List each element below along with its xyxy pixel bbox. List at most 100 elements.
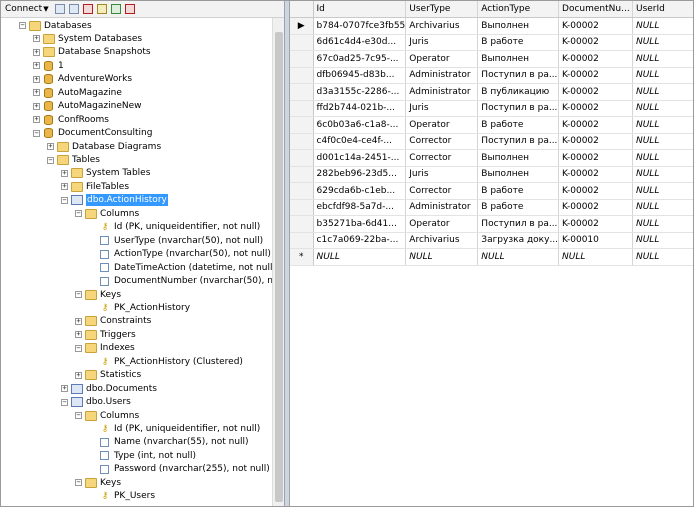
column-header-actiontype[interactable]: ActionType (477, 1, 560, 18)
tree-node[interactable]: ⚷ PK_ActionHistory (89, 301, 190, 314)
tree-node[interactable]: − Columns (75, 409, 139, 422)
column-header-userid[interactable]: UserId (632, 1, 693, 18)
table-cell[interactable]: Выполнен (477, 50, 560, 68)
row-header[interactable] (290, 50, 314, 68)
table-cell[interactable]: 629cda6b-c1eb... (313, 182, 407, 200)
row-header[interactable] (290, 83, 314, 101)
expand-icon[interactable]: + (33, 116, 40, 124)
tree-node[interactable]: Password (nvarchar(255), not null) (89, 463, 270, 476)
table-row[interactable]: 6d61c4d4-e30d... Juris В работе K-00002 NULL (290, 34, 693, 51)
expand-icon[interactable]: + (75, 371, 82, 379)
table-cell[interactable]: NULL (477, 248, 560, 266)
tree-node[interactable]: Name (nvarchar(55), not null) (89, 436, 249, 449)
tree-node[interactable]: − dbo.ActionHistory (61, 194, 168, 207)
tree-node[interactable]: − Columns (75, 207, 139, 220)
table-cell[interactable]: K-00002 (558, 50, 633, 68)
tree-node[interactable]: − Databases (19, 19, 92, 32)
table-cell[interactable]: K-00002 (558, 199, 633, 216)
table-cell[interactable]: В работе (477, 199, 560, 216)
expand-icon[interactable]: + (33, 75, 40, 83)
table-row[interactable]: * NULL NULL NULL NULL NULL (290, 248, 693, 266)
collapse-icon[interactable]: − (47, 156, 54, 164)
tree-node[interactable]: − Keys (75, 288, 121, 301)
table-cell[interactable]: NULL (632, 100, 693, 117)
tree-node[interactable]: + Constraints (75, 315, 151, 328)
table-cell[interactable]: K-00002 (558, 67, 633, 84)
row-header[interactable]: ▶ (290, 17, 314, 35)
table-cell[interactable]: Выполнен (477, 166, 560, 183)
tree-node[interactable]: + Statistics (75, 369, 141, 382)
table-cell[interactable]: NULL (632, 133, 693, 150)
column-header-documentnumber[interactable]: DocumentNu... (558, 1, 633, 18)
expand-icon[interactable]: + (61, 385, 68, 393)
table-row[interactable]: ffd2b744-021b-... Juris Поступил в ра... K-… (290, 100, 693, 117)
connect-object-explorer-icon[interactable] (54, 4, 65, 14)
table-cell[interactable]: Operator (405, 116, 479, 134)
table-cell[interactable]: NULL (632, 50, 693, 68)
tree-node[interactable]: + Database Diagrams (47, 140, 161, 153)
table-cell[interactable]: d3a3155c-2286-... (313, 83, 407, 101)
table-row[interactable]: d001c14a-2451-... Corrector Выполнен K-0000… (290, 149, 693, 167)
row-header[interactable] (290, 166, 314, 183)
table-cell[interactable]: Administrator (405, 199, 479, 216)
table-cell[interactable]: Juris (405, 34, 479, 51)
tree-node[interactable]: + Database Snapshots (33, 46, 151, 59)
expand-icon[interactable]: + (75, 317, 82, 325)
tree-node[interactable]: + AutoMagazineNew (33, 100, 142, 113)
tree-node[interactable]: +1 (33, 59, 64, 72)
collapse-icon[interactable]: − (75, 291, 82, 298)
table-cell[interactable]: ffd2b744-021b-... (313, 100, 407, 117)
table-row[interactable]: 629cda6b-c1eb... Corrector В работе K-00002… (290, 182, 693, 200)
table-cell[interactable]: ebcfdf98-5a7d-... (313, 199, 407, 216)
row-header[interactable] (290, 67, 314, 84)
table-cell[interactable]: Corrector (405, 149, 479, 167)
table-cell[interactable]: NULL (632, 67, 693, 84)
tree-vertical-scrollbar[interactable] (272, 18, 284, 506)
table-cell[interactable]: 282beb96-23d5... (313, 166, 407, 183)
table-row[interactable]: c4f0c0e4-ce4f-... Corrector Поступил в ра.… (290, 133, 693, 150)
table-cell[interactable]: NULL (632, 116, 693, 134)
expand-icon[interactable]: + (61, 169, 68, 177)
table-cell[interactable]: 6c0b03a6-c1a8-... (313, 116, 407, 134)
table-cell[interactable]: Operator (405, 50, 479, 68)
table-cell[interactable]: K-00002 (558, 17, 633, 35)
corner-cell[interactable] (290, 1, 314, 18)
collapse-icon[interactable]: − (19, 22, 26, 29)
table-cell[interactable]: dfb06945-d83b... (313, 67, 407, 84)
column-header-usertype[interactable]: UserType (405, 1, 479, 18)
tree-node[interactable]: − Keys (75, 476, 121, 489)
tree-node[interactable]: + ConfRooms (33, 113, 109, 126)
table-row[interactable]: dfb06945-d83b... Administrator Поступил в … (290, 67, 693, 84)
table-cell[interactable]: NULL (632, 182, 693, 200)
table-cell[interactable]: NULL (632, 83, 693, 101)
expand-icon[interactable]: + (33, 62, 40, 70)
tree-node[interactable]: ⚷ Id (PK, uniqueidentifier, not null) (89, 423, 261, 436)
tree-node[interactable]: ⚷ Id (PK, uniqueidentifier, not null) (89, 221, 261, 234)
table-cell[interactable]: Поступил в ра... (477, 133, 560, 150)
tree-node[interactable]: + dbo.Documents (61, 382, 157, 395)
collapse-icon[interactable]: − (75, 210, 82, 218)
table-cell[interactable]: NULL (558, 248, 633, 266)
expand-icon[interactable]: + (47, 143, 54, 151)
table-cell[interactable]: NULL (632, 166, 693, 183)
table-cell[interactable]: b784-0707fce3fb55 (313, 17, 407, 35)
table-cell[interactable]: В публикацию (477, 83, 560, 101)
expand-icon[interactable]: + (61, 183, 68, 191)
column-header-id[interactable]: Id (313, 1, 407, 18)
table-cell[interactable]: Выполнен (477, 17, 560, 35)
table-cell[interactable]: K-00010 (558, 232, 633, 249)
table-cell[interactable]: K-00002 (558, 215, 633, 233)
table-row[interactable]: 67c0ad25-7c95-... Operator Выполнен K-00002… (290, 50, 693, 68)
tree-node[interactable]: − Indexes (75, 342, 135, 355)
table-cell[interactable]: K-00002 (558, 100, 633, 117)
table-cell[interactable]: K-00002 (558, 182, 633, 200)
tree-node[interactable]: DateTimeAction (datetime, not null) (89, 261, 272, 274)
table-cell[interactable]: K-00002 (558, 133, 633, 150)
row-header[interactable] (290, 232, 314, 249)
row-header[interactable] (290, 133, 314, 150)
connect-button[interactable]: Connect ▼ (3, 4, 51, 14)
table-cell[interactable]: NULL (632, 17, 693, 35)
table-cell[interactable]: NULL (632, 232, 693, 249)
table-cell[interactable]: Administrator (405, 83, 479, 101)
disconnect-icon[interactable] (68, 4, 79, 14)
